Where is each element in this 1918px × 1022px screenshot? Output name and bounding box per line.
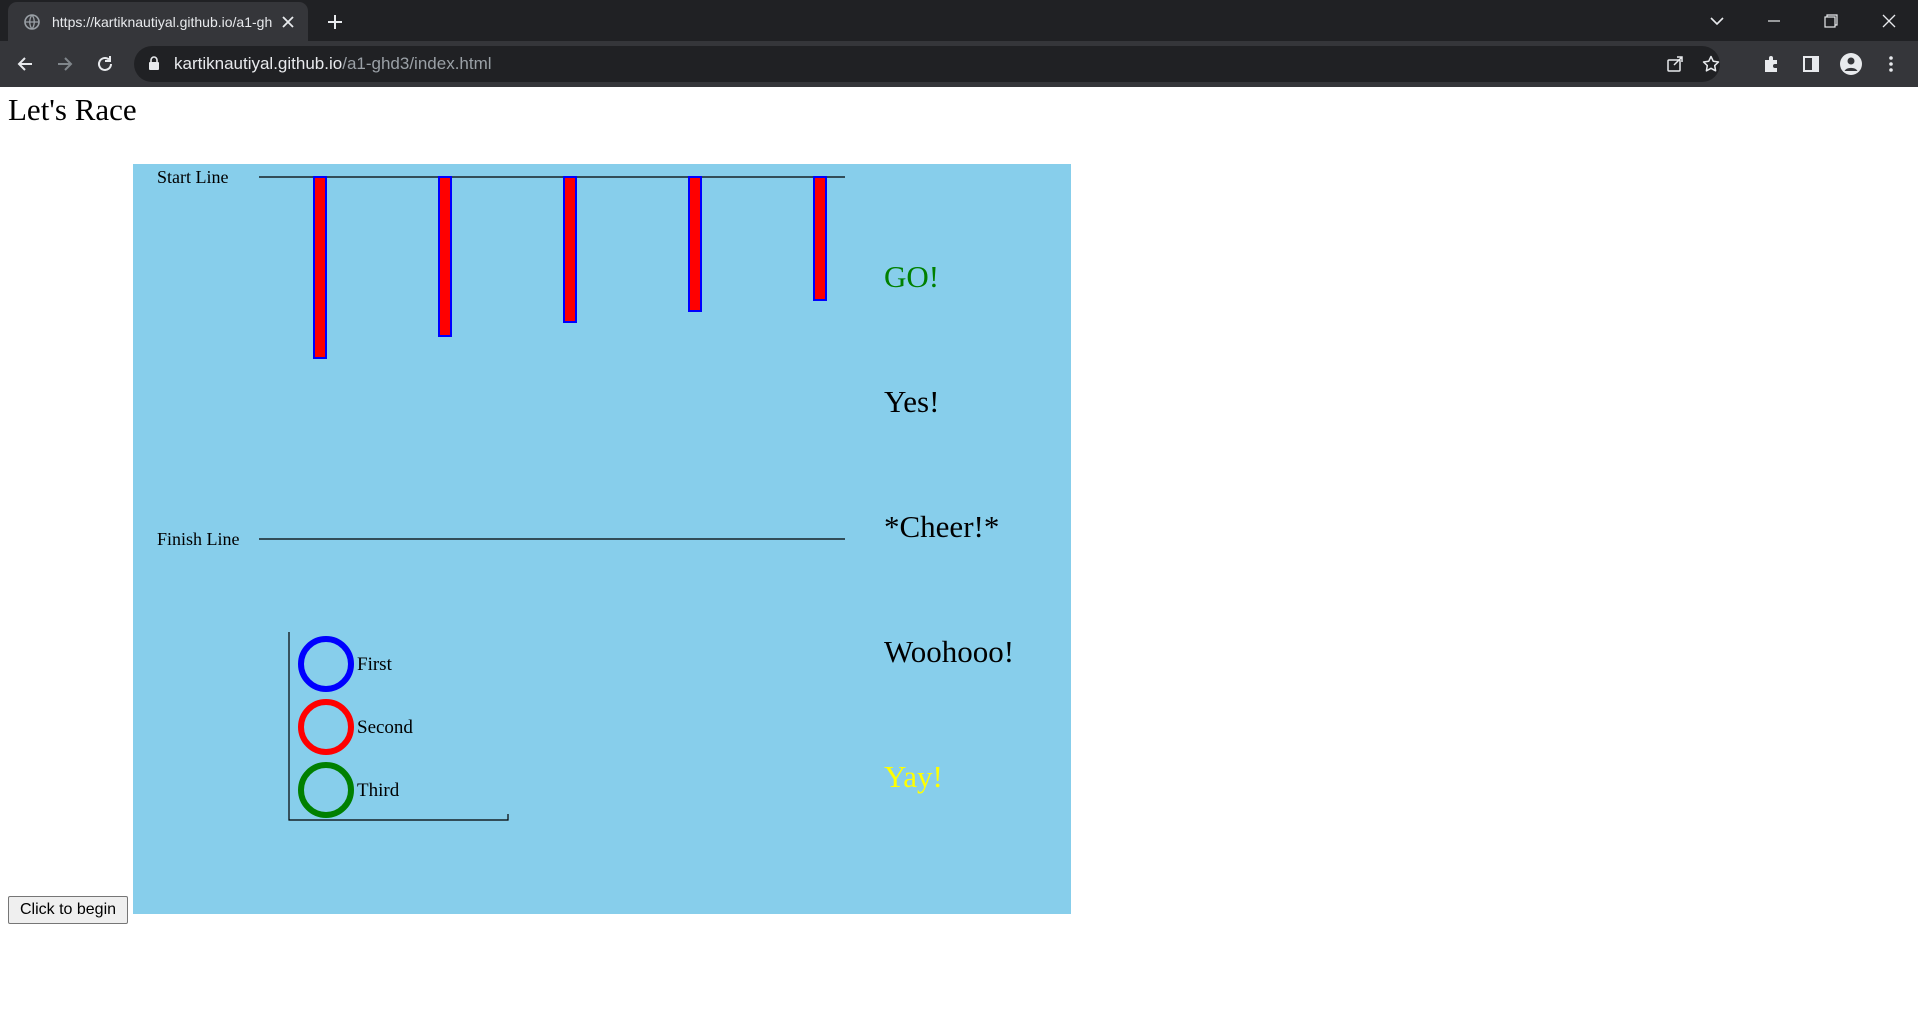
page-title: Let's Race bbox=[8, 92, 137, 127]
start-line-label: Start Line bbox=[157, 167, 228, 187]
racer-bar-4 bbox=[688, 176, 702, 312]
race-area: Start Line Finish Line GO! Yes! *Cheer!* Wo… bbox=[133, 164, 1071, 914]
tab-strip: https://kartiknautiyal.github.io/a1-ghd3… bbox=[0, 0, 1918, 41]
cheer-text-2: Yes! bbox=[884, 384, 939, 419]
cheer-text-1: GO! bbox=[884, 259, 939, 294]
cheer-text-5: Yay! bbox=[884, 759, 943, 794]
racer-bar-2 bbox=[438, 176, 452, 337]
close-icon[interactable] bbox=[278, 12, 298, 32]
podium-legend: First Second Third bbox=[288, 632, 509, 821]
globe-icon bbox=[24, 13, 40, 30]
cheer-messages: GO! Yes! *Cheer!* Woohooo! Yay! bbox=[884, 259, 1014, 794]
racer-bars bbox=[313, 176, 827, 359]
cheer-text-3: *Cheer!* bbox=[884, 509, 999, 544]
legend-label-1: First bbox=[357, 654, 393, 675]
lock-icon[interactable] bbox=[148, 56, 162, 72]
star-icon[interactable] bbox=[1696, 49, 1726, 79]
address-bar[interactable]: kartiknautiyal.github.io/a1-ghd3/index.h… bbox=[134, 46, 1720, 82]
restore-icon[interactable] bbox=[1816, 6, 1846, 36]
racer-bar-1 bbox=[313, 176, 327, 359]
begin-button[interactable]: Click to begin bbox=[8, 896, 128, 924]
url-path: /a1-ghd3/index.html bbox=[342, 54, 492, 73]
legend-label-3: Third bbox=[357, 780, 400, 801]
side-panel-icon[interactable] bbox=[1796, 49, 1826, 79]
legend-label-2: Second bbox=[357, 717, 413, 738]
legend-circle-2 bbox=[298, 699, 354, 755]
finish-line-label: Finish Line bbox=[157, 529, 240, 549]
racer-bar-5 bbox=[813, 176, 827, 301]
cheer-text-4: Woohooo! bbox=[884, 634, 1014, 669]
share-icon[interactable] bbox=[1660, 49, 1690, 79]
profile-icon[interactable] bbox=[1836, 49, 1866, 79]
minimize-icon[interactable] bbox=[1759, 6, 1789, 36]
back-icon[interactable] bbox=[10, 49, 40, 79]
forward-icon[interactable] bbox=[50, 49, 80, 79]
plus-icon[interactable] bbox=[322, 9, 348, 35]
reload-icon[interactable] bbox=[90, 49, 120, 79]
browser-tab[interactable]: https://kartiknautiyal.github.io/a1-ghd3… bbox=[8, 2, 308, 41]
tab-title: https://kartiknautiyal.github.io/a1-ghd3… bbox=[52, 13, 272, 30]
close-window-icon[interactable] bbox=[1874, 6, 1904, 36]
chevron-down-icon[interactable] bbox=[1702, 6, 1732, 36]
puzzle-icon[interactable] bbox=[1756, 49, 1786, 79]
legend-circle-1 bbox=[298, 636, 354, 692]
kebab-menu-icon[interactable] bbox=[1876, 49, 1906, 79]
racer-bar-3 bbox=[563, 176, 577, 323]
browser-toolbar: kartiknautiyal.github.io/a1-ghd3/index.h… bbox=[0, 41, 1918, 87]
race-canvas: Start Line Finish Line GO! Yes! *Cheer!* Wo… bbox=[157, 167, 1014, 821]
legend-circle-3 bbox=[298, 762, 354, 818]
url-host: kartiknautiyal.github.io bbox=[174, 54, 343, 73]
